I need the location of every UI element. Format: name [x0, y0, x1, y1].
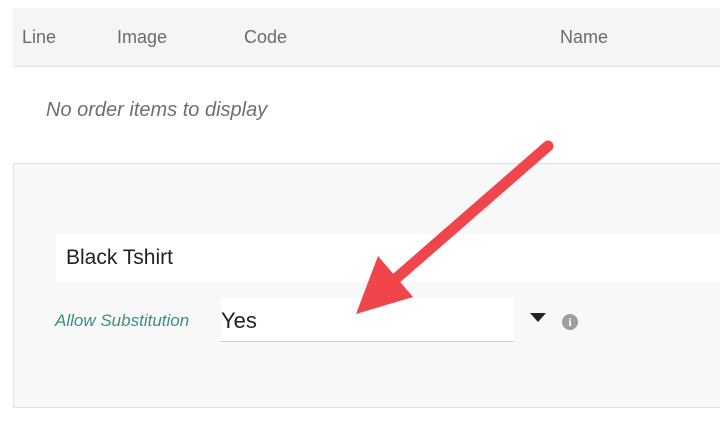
order-item-detail-panel — [13, 163, 720, 408]
allow-substitution-label: Allow Substitution — [55, 311, 190, 330]
product-name-field[interactable] — [56, 234, 720, 282]
caret-down-icon[interactable] — [530, 313, 546, 322]
order-items-screen: Line Image Code Name No order items to d… — [0, 0, 720, 430]
column-header-image[interactable]: Image — [117, 27, 167, 48]
empty-table-message: No order items to display — [46, 99, 268, 121]
allow-substitution-select[interactable]: Yes — [221, 298, 514, 342]
column-header-line[interactable]: Line — [22, 27, 56, 48]
allow-substitution-value: Yes — [221, 308, 257, 333]
info-icon[interactable]: i — [562, 314, 578, 330]
order-items-table-header: Line Image Code Name — [13, 8, 720, 67]
column-header-name[interactable]: Name — [560, 27, 608, 48]
column-header-code[interactable]: Code — [244, 27, 287, 48]
